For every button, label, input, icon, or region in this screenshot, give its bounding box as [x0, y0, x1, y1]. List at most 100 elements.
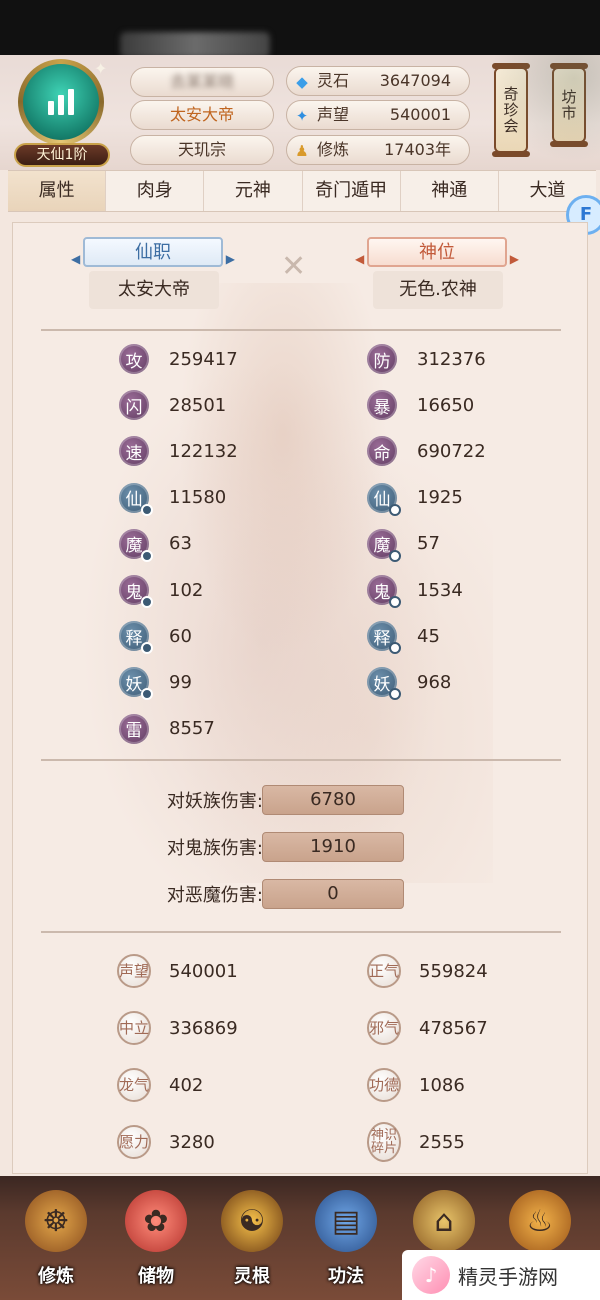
info-icon[interactable] [141, 642, 153, 655]
attribute-tabs: 属性 肉身 元神 奇门遁甲 神通 大道 [8, 170, 596, 212]
tab-divine-power[interactable]: 神通 [401, 171, 499, 211]
misc-value: 478567 [419, 1017, 488, 1039]
reputation-icon: ✦ [295, 107, 309, 125]
stat-row: 暴 16650 [367, 385, 474, 425]
stat-badge: 魔 [119, 528, 153, 562]
info-icon[interactable] [141, 596, 153, 608]
info-icon[interactable] [389, 642, 401, 655]
xianzhi-label: ◀ 仙职 ▶ [71, 237, 235, 267]
info-icon[interactable] [389, 549, 401, 562]
stat-value: 102 [169, 579, 204, 601]
misc-value: 2555 [419, 1131, 465, 1153]
seal-badge: 声望 [117, 954, 151, 988]
nav-techniques[interactable]: ▤ 功法 [306, 1190, 386, 1294]
stat-row: 妖 968 [367, 662, 451, 702]
cultivation-icon: ♟ [295, 142, 309, 160]
stat-value: 45 [417, 625, 440, 647]
shenwei-value: 无色.农神 [373, 271, 503, 309]
info-icon[interactable] [141, 688, 153, 701]
stat-badge: 速 [119, 436, 149, 467]
info-icon[interactable] [141, 549, 153, 562]
damage-vs-yao-value: 6780 [262, 785, 404, 815]
seal-badge: 正气 [367, 954, 401, 988]
info-icon[interactable] [389, 503, 401, 516]
resource-spirit-stone: ◆ 灵石 3647094 [286, 66, 470, 96]
stat-value: 28501 [169, 394, 227, 416]
pavilion-icon: ⌂ [413, 1190, 475, 1252]
player-name: 去某某晓 [130, 67, 274, 97]
stat-row: 攻 259417 [119, 339, 238, 379]
stat-badge: 暴 [367, 390, 397, 421]
site-watermark: ♪ 精灵手游网 [402, 1250, 600, 1300]
stat-row: 魔 57 [367, 524, 440, 564]
stat-row: 魔 63 [119, 524, 192, 564]
stats-chart-icon [23, 64, 99, 140]
damage-vs-gui-value: 1910 [262, 832, 404, 862]
damage-vs-gui-label: 对鬼族伤害: [166, 838, 263, 859]
stat-value: 57 [417, 533, 440, 555]
stat-value: 968 [417, 671, 452, 693]
gourd-icon: ♨ [509, 1190, 571, 1252]
seal-badge: 龙气 [117, 1068, 151, 1102]
resource-reputation: ✦ 声望 540001 [286, 100, 470, 130]
misc-row: 愿力 3280 [117, 1120, 215, 1164]
stat-badge: 仙 [367, 482, 401, 516]
stat-badge: 鬼 [119, 575, 153, 608]
stat-badge: 命 [367, 436, 397, 467]
misc-value: 540001 [169, 960, 238, 982]
tab-spirit[interactable]: 元神 [204, 171, 303, 211]
stat-value: 312376 [417, 348, 486, 370]
misc-value: 402 [169, 1074, 204, 1096]
stat-row: 鬼 102 [119, 570, 203, 610]
misc-row: 邪气 478567 [367, 1006, 488, 1050]
stat-row: 雷 8557 [119, 709, 215, 749]
stat-badge: 释 [367, 621, 401, 655]
nav-storage[interactable]: ✿ 储物 [116, 1190, 196, 1294]
treasure-fair-button[interactable]: 奇珍会 [492, 63, 530, 157]
stat-badge: 攻 [119, 344, 149, 374]
misc-row: 声望 540001 [117, 949, 238, 993]
stat-badge: 妖 [119, 667, 153, 701]
nav-cultivate[interactable]: ☸ 修炼 [16, 1190, 96, 1294]
stat-row: 妖 99 [119, 662, 192, 702]
stat-row: 仙 11580 [119, 478, 226, 518]
seal-badge: 功德 [367, 1068, 401, 1102]
stat-row: 闪 28501 [119, 385, 226, 425]
divider [41, 759, 561, 761]
info-icon[interactable] [389, 596, 401, 608]
stat-row: 释 60 [119, 616, 192, 656]
spirit-root-icon: ☯ [221, 1190, 283, 1252]
rank-plate: 天仙1阶 [14, 143, 110, 167]
stat-value: 1925 [417, 487, 463, 509]
info-icon[interactable] [389, 688, 401, 701]
player-sect: 天玑宗 [130, 135, 274, 165]
stat-value: 690722 [417, 440, 486, 462]
info-icon[interactable] [141, 503, 153, 516]
nav-spirit-root[interactable]: ☯ 灵根 [212, 1190, 292, 1294]
stat-value: 8557 [169, 718, 215, 740]
stat-badge: 妖 [367, 667, 401, 701]
stat-badge: 释 [119, 621, 153, 655]
stat-value: 60 [169, 625, 192, 647]
tab-body[interactable]: 肉身 [106, 171, 205, 211]
player-title: 太安大帝 [130, 100, 274, 130]
watermark-logo-icon: ♪ [412, 1256, 450, 1294]
spirit-stone-icon: ◆ [296, 73, 308, 91]
book-icon: ▤ [315, 1190, 377, 1252]
tab-attributes[interactable]: 属性 [8, 171, 107, 211]
butterfly-icon: ✦ [94, 59, 108, 78]
avatar[interactable]: 天仙1阶 ✦ [14, 59, 110, 169]
stat-row: 鬼 1534 [367, 570, 463, 610]
misc-row: 龙气 402 [117, 1063, 203, 1107]
stat-value: 63 [169, 533, 192, 555]
player-header: 天仙1阶 ✦ 去某某晓 太安大帝 天玑宗 ◆ 灵石 3647094 ✦ 声望 5… [0, 55, 600, 170]
stat-badge: 雷 [119, 713, 149, 744]
damage-vs-yao-label: 对妖族伤害: [166, 791, 263, 812]
damage-vs-demon-value: 0 [262, 879, 404, 909]
tab-qimen[interactable]: 奇门遁甲 [303, 171, 401, 211]
attribute-panel: ◀ 仙职 ▶ 太安大帝 ✕ ◀ 神位 ▶ 无色.农神 攻 259417 闪 28501… [12, 222, 588, 1174]
status-bar [0, 0, 600, 58]
market-button[interactable]: 坊市 [550, 63, 588, 147]
damage-vs-demon-label: 对恶魔伤害: [166, 885, 263, 906]
crossed-swords-icon: ✕ [281, 249, 307, 284]
